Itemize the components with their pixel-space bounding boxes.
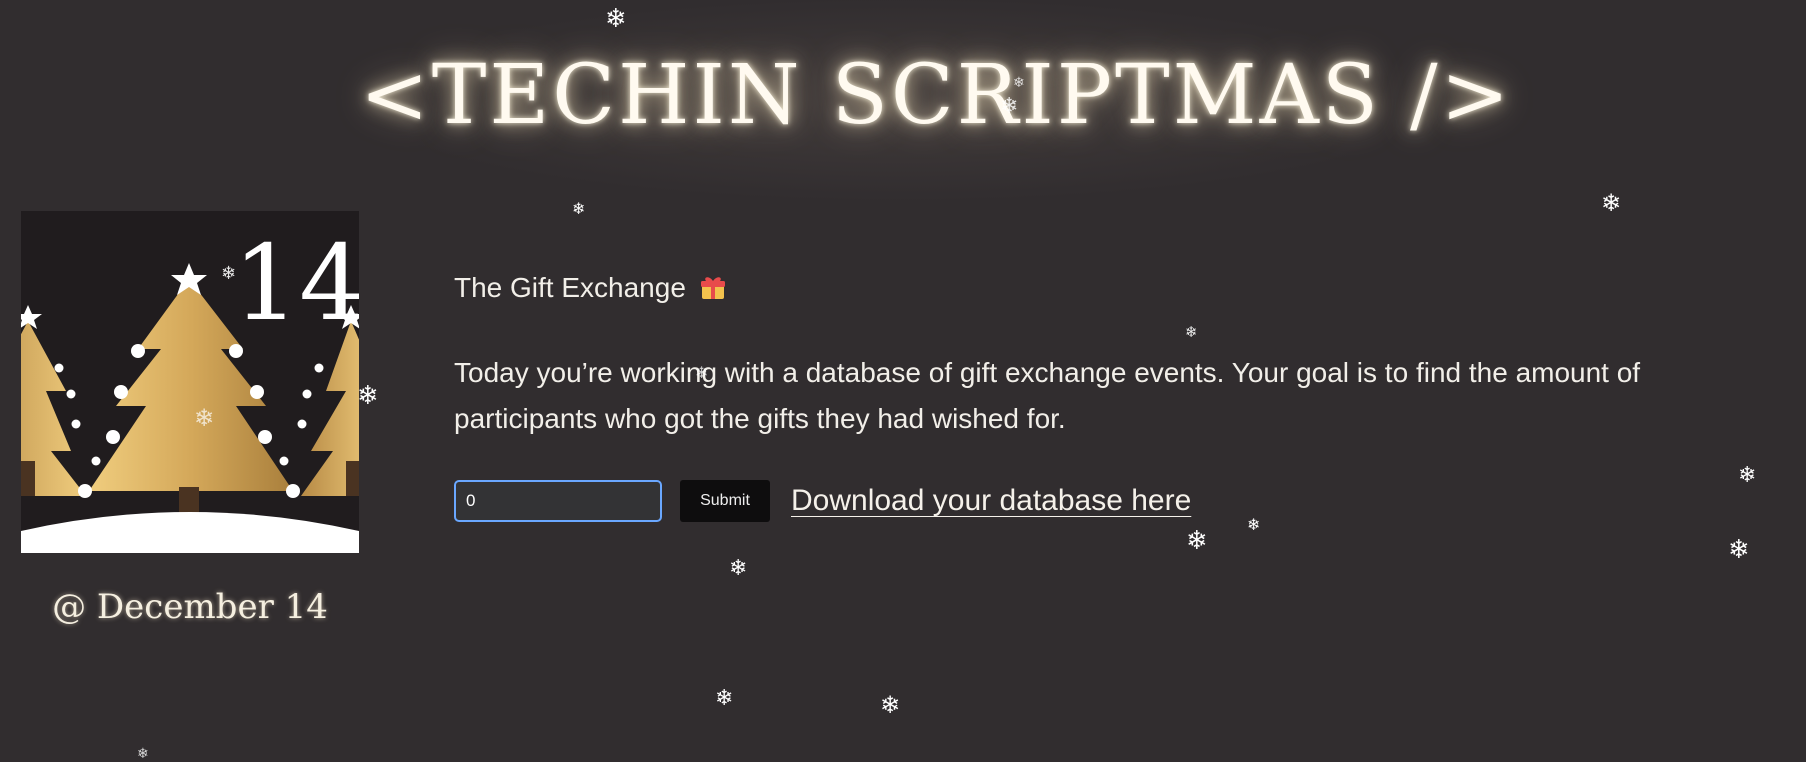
snowflake-icon: ❄ (729, 556, 748, 581)
snowflake-icon: ❄ (137, 746, 149, 762)
puzzle-description: Today you’re working with a database of … (454, 357, 1641, 434)
gift-icon (700, 277, 725, 299)
puzzle-section: The Gift Exchange Today you’re working w… (454, 266, 1754, 522)
snowflake-icon: ❄ (880, 691, 901, 719)
puzzle-title-row: The Gift Exchange (454, 266, 1754, 310)
advent-day-card[interactable]: 14 (21, 211, 359, 553)
snowflake-icon: ❄ (1186, 526, 1208, 556)
answer-form: Submit Download your database here (454, 480, 1754, 522)
download-database-link[interactable]: Download your database here (791, 484, 1191, 518)
snowflake-icon: ❄ (715, 686, 734, 711)
day-caption: @ December 14 (52, 587, 328, 627)
puzzle-title: The Gift Exchange (454, 272, 686, 303)
christmas-trees-illustration: 14 (21, 211, 359, 553)
answer-input[interactable] (454, 480, 662, 522)
day-number: 14 (233, 222, 359, 344)
snowflake-icon: ❄ (572, 199, 586, 218)
site-title: <TECHIN SCRIPTMAS /> (360, 48, 1513, 143)
snowflake-icon: ❄ (1728, 535, 1750, 565)
snowflake-icon: ❄ (1601, 189, 1622, 217)
snowflake-icon: ❄ (357, 381, 379, 411)
submit-button[interactable]: Submit (680, 480, 770, 522)
